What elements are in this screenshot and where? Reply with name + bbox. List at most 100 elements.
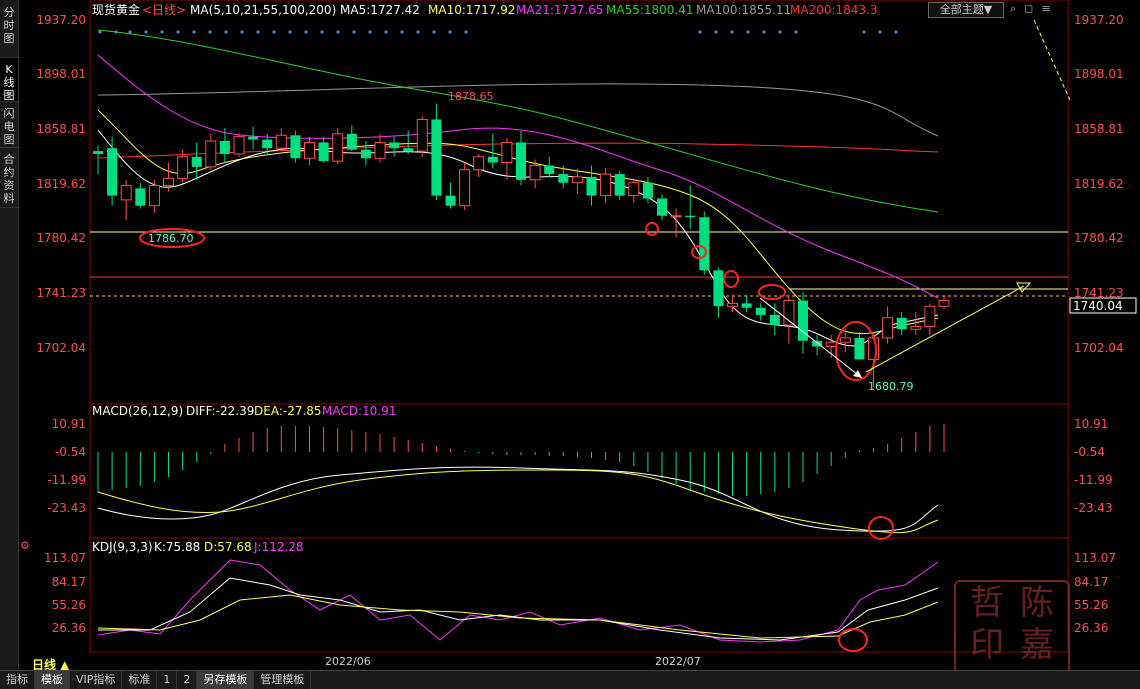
event-dot	[878, 30, 882, 34]
event-dot	[714, 30, 718, 34]
tab-contract-info[interactable]: 合约资料	[0, 148, 18, 208]
event-dot	[160, 30, 164, 34]
price-tick: 1898.01	[1074, 67, 1124, 81]
event-dot	[746, 30, 750, 34]
kdj-tick: 55.26	[52, 598, 86, 612]
marker-circle	[723, 270, 739, 288]
candle-body	[389, 142, 400, 149]
save-template-button[interactable]: 另存模板	[197, 671, 255, 689]
candle-body	[459, 169, 471, 207]
macd-tick: -11.99	[1074, 473, 1113, 487]
toolbar-icons: ⌕◻≡	[1010, 2, 1059, 16]
candle-body	[262, 139, 273, 149]
tab-indicator[interactable]: 指标	[0, 671, 35, 689]
kdj-axis-left: 113.07 84.17 55.26 26.36	[44, 551, 86, 635]
candle-body	[657, 198, 667, 216]
tab-timeshare[interactable]: 分时图	[0, 0, 18, 58]
tab-template[interactable]: 模板	[35, 671, 70, 689]
candle-body	[177, 156, 189, 179]
candle-body	[304, 141, 315, 159]
candle-body	[769, 314, 780, 325]
gear-icon[interactable]: ⚙	[20, 539, 30, 552]
ma-params: MA(5,10,21,55,100,200)	[190, 3, 336, 17]
candle-body	[403, 148, 414, 152]
candle-body	[713, 270, 724, 307]
menu-icon[interactable]: ≡	[1041, 2, 1058, 15]
candle-body	[374, 141, 386, 159]
event-dot	[762, 30, 766, 34]
price-tick: 1702.04	[1074, 341, 1124, 355]
candle-body	[854, 337, 865, 360]
ma55-value: MA55:1800.41	[606, 3, 694, 17]
candle-body	[473, 156, 485, 171]
event-dot	[794, 30, 798, 34]
ma100-value: MA100:1855.11	[696, 3, 791, 17]
side-tab-bar: 分时图 K线图 闪电图 合约资料	[0, 0, 19, 670]
candle-body	[896, 317, 907, 330]
candle-body	[755, 307, 766, 315]
high-label: 1878.65	[448, 90, 494, 103]
macd-tick: 10.91	[52, 417, 86, 431]
candle-body	[501, 141, 513, 164]
event-dot	[240, 30, 244, 34]
price-tick: 1937.20	[36, 13, 86, 27]
instrument-title: 现货黄金	[92, 2, 140, 17]
candle-body	[416, 118, 428, 152]
ma21-value: MA21:1737.65	[516, 3, 604, 17]
kline-chart[interactable]: 现货黄金 <日线> MA(5,10,21,55,100,200) MA5:172…	[0, 0, 1140, 670]
candle-body	[670, 215, 682, 218]
main-panel-frame	[89, 0, 1069, 405]
tab-kline[interactable]: K线图	[0, 58, 18, 102]
kdj-tick: 84.17	[52, 575, 86, 589]
macd-tick: -23.43	[47, 501, 86, 515]
search-icon[interactable]: ⌕	[1010, 2, 1024, 15]
tab-flash[interactable]: 闪电图	[0, 102, 18, 148]
support-label: 1786.70	[148, 232, 194, 245]
kdj-tick: 84.17	[1074, 575, 1108, 589]
date-label: 2022/06	[325, 655, 371, 668]
price-tick: 1780.42	[1074, 231, 1124, 245]
candle-body	[248, 136, 259, 140]
candle-body	[529, 164, 541, 181]
candle-body	[868, 337, 879, 360]
candle-body	[431, 119, 442, 196]
event-dot	[778, 30, 782, 34]
event-markers	[98, 30, 898, 34]
candle-body	[544, 165, 555, 175]
kdj-tick: 113.07	[1074, 551, 1116, 565]
kdj-tick: 26.36	[52, 621, 86, 635]
macd-axis-left: 10.91 -0.54 -11.99 -23.43	[47, 417, 86, 515]
candle-body	[107, 148, 118, 196]
tab-1[interactable]: 1	[157, 671, 178, 689]
j-line	[97, 559, 939, 643]
kdj-tick: 55.26	[1074, 598, 1108, 612]
candle-body	[233, 136, 245, 155]
event-dot	[208, 30, 212, 34]
candlesticks	[93, 103, 950, 387]
manage-template-button[interactable]: 管理模板	[254, 671, 312, 689]
event-dot	[862, 30, 866, 34]
tab-standard[interactable]: 标准	[122, 671, 158, 689]
price-tick: 1780.42	[36, 231, 86, 245]
event-dot	[730, 30, 734, 34]
event-dot	[192, 30, 196, 34]
up-arrow-head	[1016, 282, 1032, 293]
marker-circle	[645, 222, 659, 236]
tab-2[interactable]: 2	[177, 671, 198, 689]
event-dot	[336, 30, 340, 34]
candle-body	[163, 177, 174, 187]
watermark-seal: 哲陈印嘉	[954, 580, 1070, 678]
settings-icon[interactable]: ◻	[1024, 2, 1041, 15]
macd-tick: -0.54	[1074, 445, 1105, 459]
candle-body	[600, 173, 612, 197]
ma10-value: MA10:1717.92	[428, 3, 516, 17]
tab-vip-indicator[interactable]: VIP指标	[70, 671, 123, 689]
theme-select-button[interactable]: 全部主题▼	[928, 2, 1004, 18]
ma55-line	[97, 29, 939, 213]
candle-body	[275, 134, 287, 149]
trend-dashed-line	[1033, 19, 1071, 101]
event-dot	[416, 30, 420, 34]
current-price: 1740.04	[1073, 299, 1123, 313]
macd-header: MACD(26,12,9)	[92, 404, 183, 418]
kdj-k: K:75.88	[154, 540, 200, 554]
